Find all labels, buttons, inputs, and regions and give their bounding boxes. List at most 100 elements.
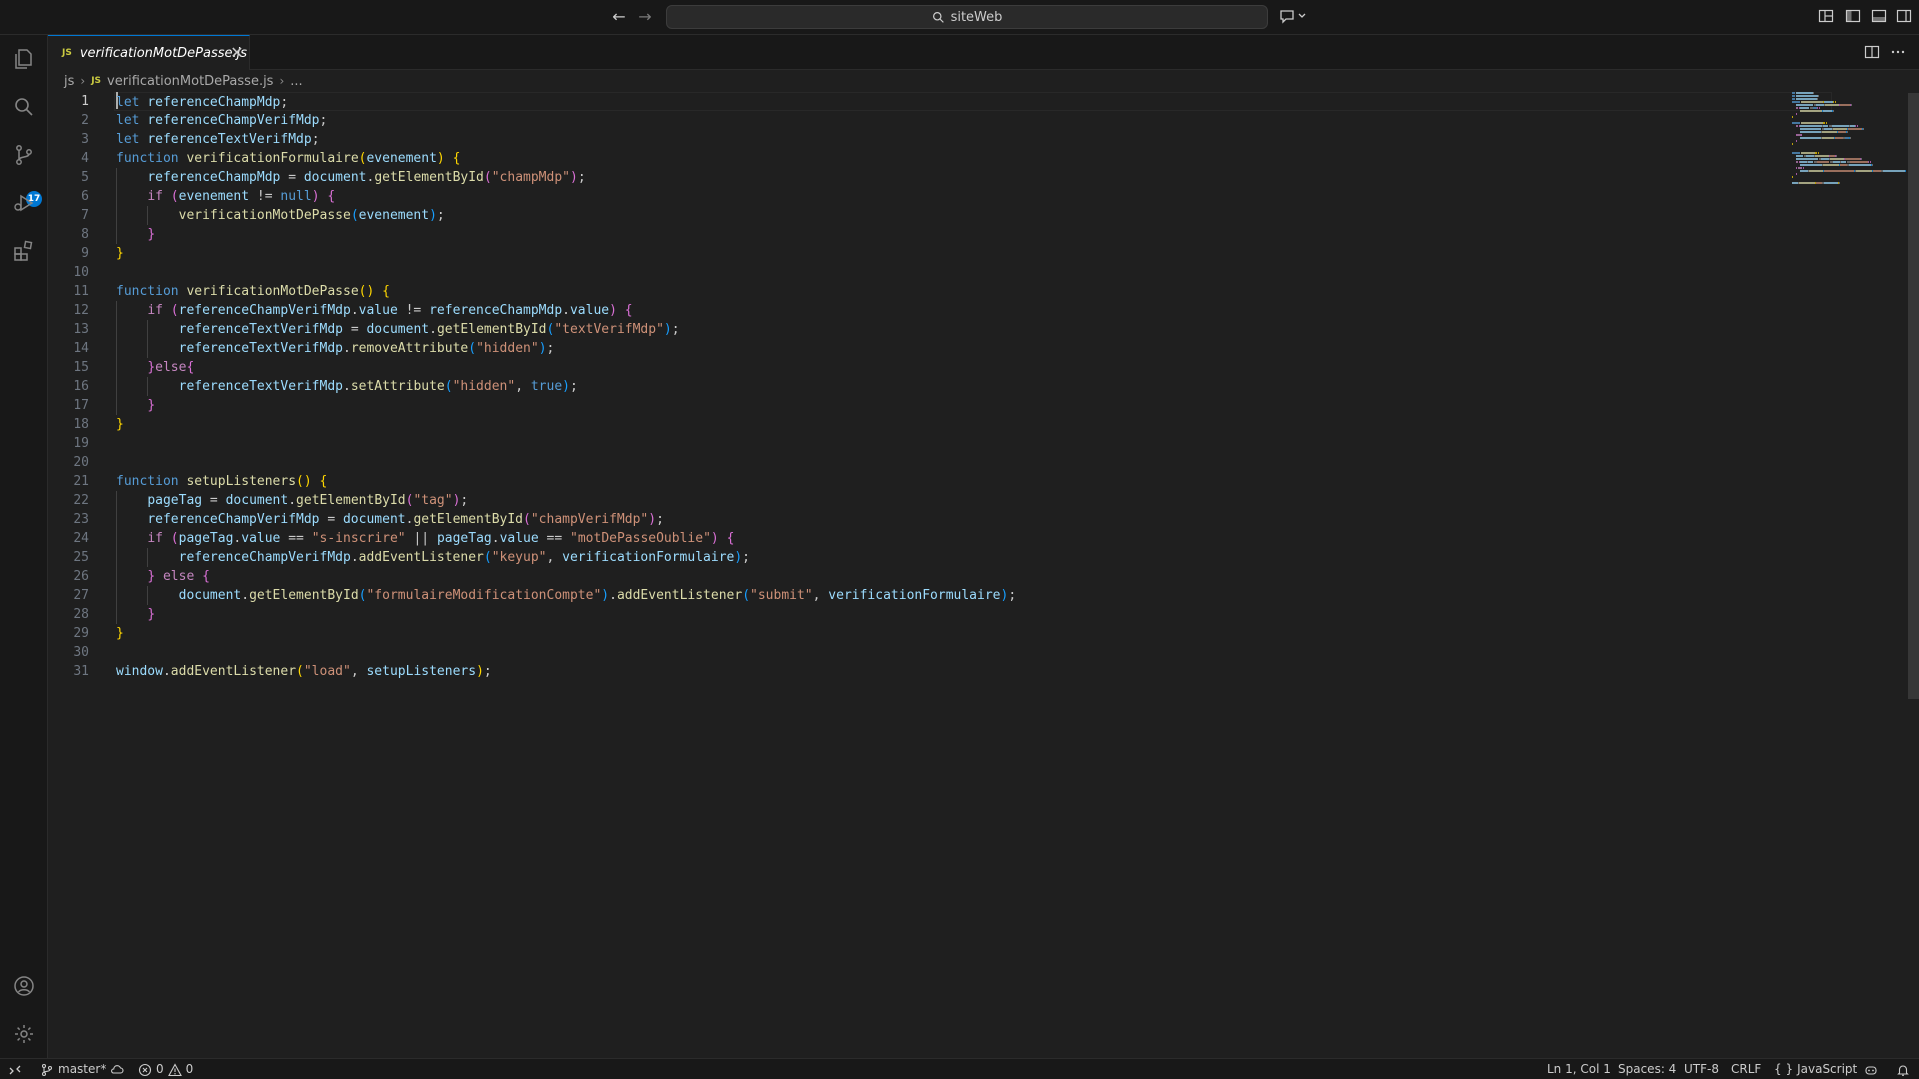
toggle-primary-sidebar-icon[interactable] [1845,8,1861,24]
copilot-chat-icon[interactable] [1279,8,1311,24]
indent-guide [116,377,117,396]
command-center-search[interactable]: siteWeb [666,5,1268,29]
code-line[interactable]: 6 if (evenement != null) { [48,187,1828,206]
indent-guide [147,320,149,339]
explorer-icon[interactable] [10,45,38,73]
code-line[interactable]: 9} [48,244,1828,263]
code-line[interactable]: 5 referenceChampMdp = document.getElemen… [48,168,1828,187]
code-editor[interactable]: 1 let referenceChampMdp; 2 let referenceCha… [48,92,1919,1058]
minimap-segment [1801,122,1823,124]
minimap-segment [1850,137,1851,139]
code-text: document.getElementById("formulaireModif… [116,586,1017,605]
indentation-status[interactable]: Spaces: 4 [1618,1059,1676,1079]
code-token: } [147,360,156,375]
cursor-position[interactable]: Ln 1, Col 1 [1547,1059,1611,1079]
code-line[interactable]: 31 window.addEventListener("load", setupL… [48,662,1828,681]
toggle-panel-icon[interactable] [1871,8,1887,24]
more-actions-icon[interactable] [1890,44,1906,60]
code-line[interactable]: 21 function setupListeners() { [48,472,1828,491]
indent-guide [116,358,117,377]
code-line[interactable]: 13 referenceTextVerifMdp = document.getE… [48,320,1828,339]
line-number: 20 [73,455,89,470]
line-number: 5 [81,170,89,185]
problems-status[interactable]: 0 0 [138,1059,193,1079]
minimap-segment [1839,182,1840,184]
code-line[interactable]: 17 } [48,396,1828,415]
code-line[interactable]: 16 referenceTextVerifMdp.setAttribute("h… [48,377,1828,396]
toggle-secondary-sidebar-icon[interactable] [1896,8,1912,24]
minimap-segment [1796,92,1813,94]
code-token: referenceTextVerifMdp [178,379,343,394]
code-line[interactable]: 3 let referenceTextVerifMdp; [48,130,1828,149]
code-line[interactable]: 19 [48,434,1828,453]
code-line[interactable]: 1 let referenceChampMdp; [48,92,1828,111]
command-center-label: siteWeb [950,9,1003,25]
code-line[interactable]: 15 }else{ [48,358,1828,377]
code-line[interactable]: 27 document.getElementById("formulaireMo… [48,586,1828,605]
code-text: if (pageTag.value == "s-inscrire" || pag… [116,529,734,548]
extensions-icon[interactable] [10,237,38,265]
run-debug-icon[interactable] [10,189,38,217]
code-line[interactable]: 10 [48,263,1828,282]
customize-layout-icon[interactable] [1818,8,1834,24]
code-line[interactable]: 22 pageTag = document.getElementById("ta… [48,491,1828,510]
code-token: "submit" [750,588,813,603]
code-line[interactable]: 26 } else { [48,567,1828,586]
code-line[interactable]: 30 [48,643,1828,662]
code-token: { [202,569,210,584]
line-number: 6 [81,189,89,204]
warning-icon [167,1062,182,1076]
code-line[interactable]: 2 let referenceChampVerifMdp; [48,111,1828,130]
scrollbar-thumb[interactable] [1908,93,1919,699]
notifications-bell-icon[interactable] [1896,1059,1910,1079]
copilot-icon[interactable] [1864,1059,1878,1079]
language-mode[interactable]: { } JavaScript [1774,1059,1857,1079]
code-line[interactable]: 24 if (pageTag.value == "s-inscrire" || … [48,529,1828,548]
code-text: function verificationMotDePasse() { [116,282,390,301]
code-token: ; [671,322,680,337]
encoding-status[interactable]: UTF-8 [1684,1059,1719,1079]
code-line[interactable]: 12 if (referenceChampVerifMdp.value != r… [48,301,1828,320]
code-line[interactable]: 8 } [48,225,1828,244]
language-label: JavaScript [1797,1062,1858,1076]
code-line[interactable]: 25 referenceChampVerifMdp.addEventListen… [48,548,1828,567]
minimap-segment [1816,104,1824,106]
eol-status[interactable]: CRLF [1731,1059,1761,1079]
line-number: 14 [73,341,89,356]
minimap-segment [1823,122,1825,124]
code-line[interactable]: 18} [48,415,1828,434]
minimap[interactable] [1792,92,1907,232]
code-line[interactable]: 4 function verificationFormulaire(eveneme… [48,149,1828,168]
code-text: referenceChampMdp = document.getElementB… [116,168,585,187]
breadcrumb-file[interactable]: verificationMotDePasse.js [107,74,273,89]
code-line[interactable]: 7 verificationMotDePasse(evenement); [48,206,1828,225]
code-token: ) [436,151,445,166]
breadcrumb-symbol[interactable]: ... [290,74,302,89]
split-editor-icon[interactable] [1864,44,1880,60]
indent-guide [116,567,117,586]
code-line[interactable]: 11 function verificationMotDePasse() { [48,282,1828,301]
close-icon[interactable]: ✕ [228,44,246,62]
settings-gear-icon[interactable] [10,1020,38,1048]
sync-cloud-icon[interactable] [110,1063,124,1077]
breadcrumb-folder[interactable]: js [64,74,74,89]
code-token: } [147,569,156,584]
branch-status[interactable]: master* [40,1059,124,1079]
minimap-segment [1818,95,1819,97]
code-line[interactable]: 14 referenceTextVerifMdp.removeAttribute… [48,339,1828,358]
code-line[interactable]: 23 referenceChampVerifMdp = document.get… [48,510,1828,529]
account-icon[interactable] [10,972,38,1000]
code-token: value [241,531,281,546]
search-icon[interactable] [10,93,38,121]
forward-arrow-icon[interactable]: → [634,7,656,27]
code-line[interactable]: 28 } [48,605,1828,624]
remote-icon[interactable] [8,1059,22,1079]
minimap-segment [1857,125,1858,127]
code-line[interactable]: 20 [48,453,1828,472]
code-token: let [116,132,140,147]
source-control-icon[interactable] [10,141,38,169]
tab-verification-mot-de-passe[interactable]: JS verificationMotDePasse.js ✕ [48,35,250,70]
status-bar: master* 0 0 Ln 1, Col 1 Spaces: 4 UTF-8 … [0,1058,1919,1079]
back-arrow-icon[interactable]: ← [608,7,630,27]
code-line[interactable]: 29} [48,624,1828,643]
